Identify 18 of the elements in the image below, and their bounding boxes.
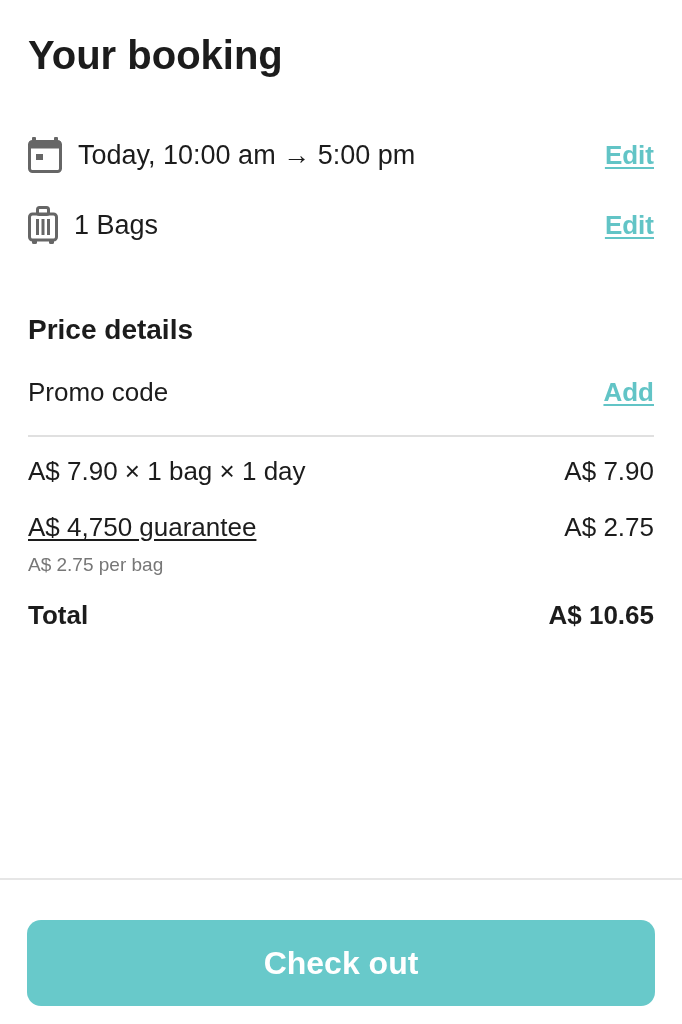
promo-label: Promo code	[28, 376, 169, 409]
calendar-icon	[28, 137, 62, 173]
page-title: Your booking	[28, 32, 284, 79]
price-amount: A$ 7.90	[564, 455, 654, 488]
edit-link[interactable]: Edit	[604, 208, 654, 242]
guarantee-link[interactable]: A$ 4,750 guarantee	[28, 510, 257, 544]
section-title: Price details	[28, 313, 194, 347]
price-note: A$ 2.75 per bag	[28, 553, 165, 577]
add-promo-link[interactable]: Add	[603, 375, 654, 409]
booking-detail: Today, 10:00 am → 5:00 pm	[78, 139, 417, 172]
total-amount: A$ 10.65	[548, 599, 654, 632]
price-amount: A$ 2.75	[564, 511, 654, 544]
edit-link[interactable]: Edit	[604, 138, 654, 172]
total-label: Total	[28, 599, 89, 632]
booking-detail: 1 Bags	[74, 209, 160, 242]
checkout-button[interactable]: Check out	[27, 920, 655, 1006]
luggage-icon	[28, 206, 58, 244]
price-label: A$ 7.90 × 1 bag × 1 day	[28, 455, 306, 488]
